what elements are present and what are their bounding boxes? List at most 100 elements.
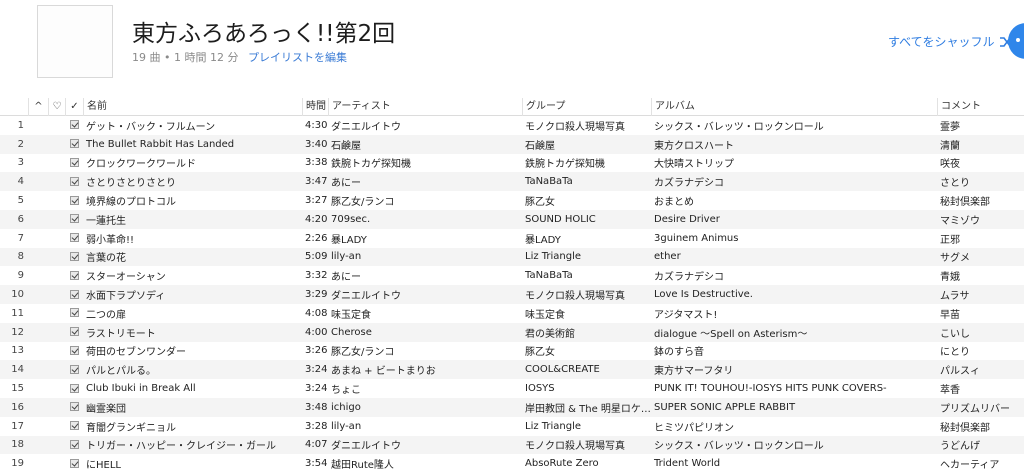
track-artist: 709sec.: [331, 213, 371, 225]
checkbox-cell[interactable]: [65, 214, 83, 225]
checkbox-icon[interactable]: [69, 289, 79, 299]
checkbox-icon[interactable]: [69, 402, 79, 412]
track-time: 3:29: [305, 289, 328, 301]
checkbox-cell[interactable]: [65, 270, 83, 281]
checkbox-icon[interactable]: [69, 195, 79, 205]
track-time: 5:09: [305, 251, 328, 263]
table-row[interactable]: 10 水面下ラプソディ 3:29 ダニエルイトウ モノクロ殺人現場写真 Love Is D…: [0, 285, 1024, 304]
track-artist: ダニエルイトウ: [331, 291, 401, 303]
checkbox-cell[interactable]: [65, 345, 83, 356]
table-body: 1 ゲット・バック・フルムーン 4:30 ダニエルイトウ モノクロ殺人現場写真 シックス・…: [0, 116, 1024, 473]
checkbox-cell[interactable]: [65, 364, 83, 375]
track-number: 18: [11, 439, 24, 451]
table-row[interactable]: 17 育闇グランギニョル 3:28 lily-an Liz Triangle ヒミツパピリ…: [0, 417, 1024, 436]
track-comment: 正邪: [940, 234, 960, 246]
checkbox-icon[interactable]: [69, 345, 79, 355]
column-artist[interactable]: アーティスト: [328, 98, 522, 116]
column-name[interactable]: 名前: [83, 98, 302, 116]
table-row[interactable]: 2 The Bullet Rabbit Has Landed 3:40 石鹸屋 石鹸屋東…: [0, 134, 1024, 154]
checkbox-cell[interactable]: [65, 251, 83, 262]
track-artist: 豚乙女/ランコ: [331, 347, 395, 359]
column-sort-indicator[interactable]: ^: [28, 98, 48, 116]
checkbox-cell[interactable]: [65, 289, 83, 300]
checkbox-icon[interactable]: [69, 327, 79, 337]
checkbox-icon[interactable]: [69, 233, 79, 243]
checkbox-cell[interactable]: [65, 421, 83, 432]
checkbox-icon[interactable]: [69, 439, 79, 449]
track-comment: 咲夜: [940, 159, 960, 171]
column-comment[interactable]: コメント: [937, 98, 1024, 116]
table-row[interactable]: 8 言葉の花 5:09 lily-an Liz Triangle ether サグメ: [0, 247, 1024, 267]
playlist-artwork[interactable]: [37, 5, 113, 78]
checkbox-icon[interactable]: [69, 270, 79, 280]
track-album: SUPER SONIC APPLE RABBIT: [654, 401, 796, 413]
table-row[interactable]: 4 さとりさとりさとり 3:47 あにー TaNaBaTa カズラナデシコ さとり: [0, 172, 1024, 192]
checkbox-icon[interactable]: [69, 458, 79, 468]
table-row[interactable]: 11 二つの扉 4:08 味玉定食 味玉定食 アジタマスト! 早苗: [0, 304, 1024, 323]
checkbox-cell[interactable]: [65, 233, 83, 244]
track-album: シックス・バレッツ・ロックンロール: [654, 121, 824, 133]
track-number: 14: [11, 364, 24, 376]
track-comment: にとり: [940, 347, 970, 359]
track-group: Liz Triangle: [525, 251, 582, 263]
track-number: 11: [11, 307, 24, 319]
more-button[interactable]: [1008, 23, 1024, 59]
table-row[interactable]: 19 にHELL 3:54 越田Rute隆人 AbsoRute Zero Trident …: [0, 454, 1024, 473]
table-row[interactable]: 7 弱小革命!! 2:26 暴LADY 暴LADY 3guinem Animus 正邪: [0, 229, 1024, 248]
track-name: 二つの扉: [86, 309, 126, 321]
track-comment: うどんげ: [940, 441, 980, 453]
track-comment: こいし: [940, 328, 970, 340]
checkbox-cell[interactable]: [65, 308, 83, 319]
checkbox-icon[interactable]: [69, 176, 79, 186]
table-row[interactable]: 16 幽霊楽団 3:48 ichigo 岸田教団 & The 明星ロケ… SUPER SO…: [0, 397, 1024, 417]
column-album[interactable]: アルバム: [651, 98, 937, 116]
column-time[interactable]: 時間: [302, 98, 328, 116]
checkbox-icon[interactable]: [69, 383, 79, 393]
checkbox-cell[interactable]: [65, 157, 83, 168]
track-artist: 味玉定食: [331, 309, 371, 321]
playlist-info: 19 曲 • 1 時間 12 分 プレイリストを編集: [132, 49, 347, 65]
table-row[interactable]: 15 Club Ibuki in Break All 3:24 ちょこ IOSYS PUN…: [0, 379, 1024, 398]
table-row[interactable]: 5 境界線のプロトコル 3:27 豚乙女/ランコ 豚乙女 おまとめ 秘封倶楽部: [0, 191, 1024, 210]
column-checked[interactable]: ✓: [65, 98, 83, 116]
column-number[interactable]: [0, 98, 28, 116]
track-album: おまとめ: [654, 197, 694, 209]
table-row[interactable]: 12 ラストリモート 4:00 Cherose 君の美術館 dialogue ～Spell…: [0, 322, 1024, 342]
checkbox-icon[interactable]: [69, 251, 79, 261]
shuffle-all-button[interactable]: すべてをシャッフル: [888, 33, 1016, 50]
column-love[interactable]: ♡: [48, 98, 65, 116]
checkbox-cell[interactable]: [65, 402, 83, 413]
checkbox-icon[interactable]: [69, 308, 79, 318]
checkbox-cell[interactable]: [65, 327, 83, 338]
track-time: 4:08: [305, 307, 328, 319]
table-row[interactable]: 6 一蓮托生 4:20 709sec. SOUND HOLIC Desire Driver…: [0, 209, 1024, 229]
checkbox-icon[interactable]: [69, 120, 79, 130]
edit-playlist-link[interactable]: プレイリストを編集: [248, 51, 347, 64]
table-row[interactable]: 3 クロックワークワールド 3:38 鉄腕トカゲ探知機 鉄腕トカゲ探知機 大快晴ストリップ…: [0, 154, 1024, 173]
checkbox-cell[interactable]: [65, 176, 83, 187]
track-comment: 萃香: [940, 385, 960, 397]
checkbox-cell[interactable]: [65, 195, 83, 206]
checkbox-icon[interactable]: [69, 214, 79, 224]
track-name: 荷田のセブンワンダー: [86, 347, 186, 359]
table-row[interactable]: 9 スターオーシャン 3:32 あにー TaNaBaTa カズラナデシコ 青娥: [0, 266, 1024, 285]
table-row[interactable]: 14 パルとパルる。 3:24 あまね + ビートまりお COOL&CREATE 東方サマ…: [0, 360, 1024, 380]
checkbox-cell[interactable]: [65, 439, 83, 450]
track-group: COOL&CREATE: [525, 364, 600, 376]
track-group: TaNaBaTa: [525, 270, 573, 282]
table-row[interactable]: 13 荷田のセブンワンダー 3:26 豚乙女/ランコ 豚乙女 鉢のすら音 にとり: [0, 342, 1024, 361]
table-row[interactable]: 18 トリガー・ハッピー・クレイジー・ガール 4:07 ダニエルイトウ モノクロ殺人現場…: [0, 435, 1024, 455]
checkbox-cell[interactable]: [65, 120, 83, 131]
checkbox-icon[interactable]: [69, 364, 79, 374]
checkbox-cell[interactable]: [65, 139, 83, 150]
track-comment: プリズムリバー: [940, 403, 1010, 415]
checkbox-icon[interactable]: [69, 421, 79, 431]
column-group[interactable]: グループ: [522, 98, 651, 116]
checkbox-cell[interactable]: [65, 458, 83, 469]
checkbox-icon[interactable]: [69, 139, 79, 149]
checkbox-cell[interactable]: [65, 383, 83, 394]
table-row[interactable]: 1 ゲット・バック・フルムーン 4:30 ダニエルイトウ モノクロ殺人現場写真 シックス・…: [0, 116, 1024, 135]
track-group: IOSYS: [525, 383, 555, 395]
checkbox-icon[interactable]: [69, 157, 79, 167]
track-number: 13: [11, 345, 24, 357]
